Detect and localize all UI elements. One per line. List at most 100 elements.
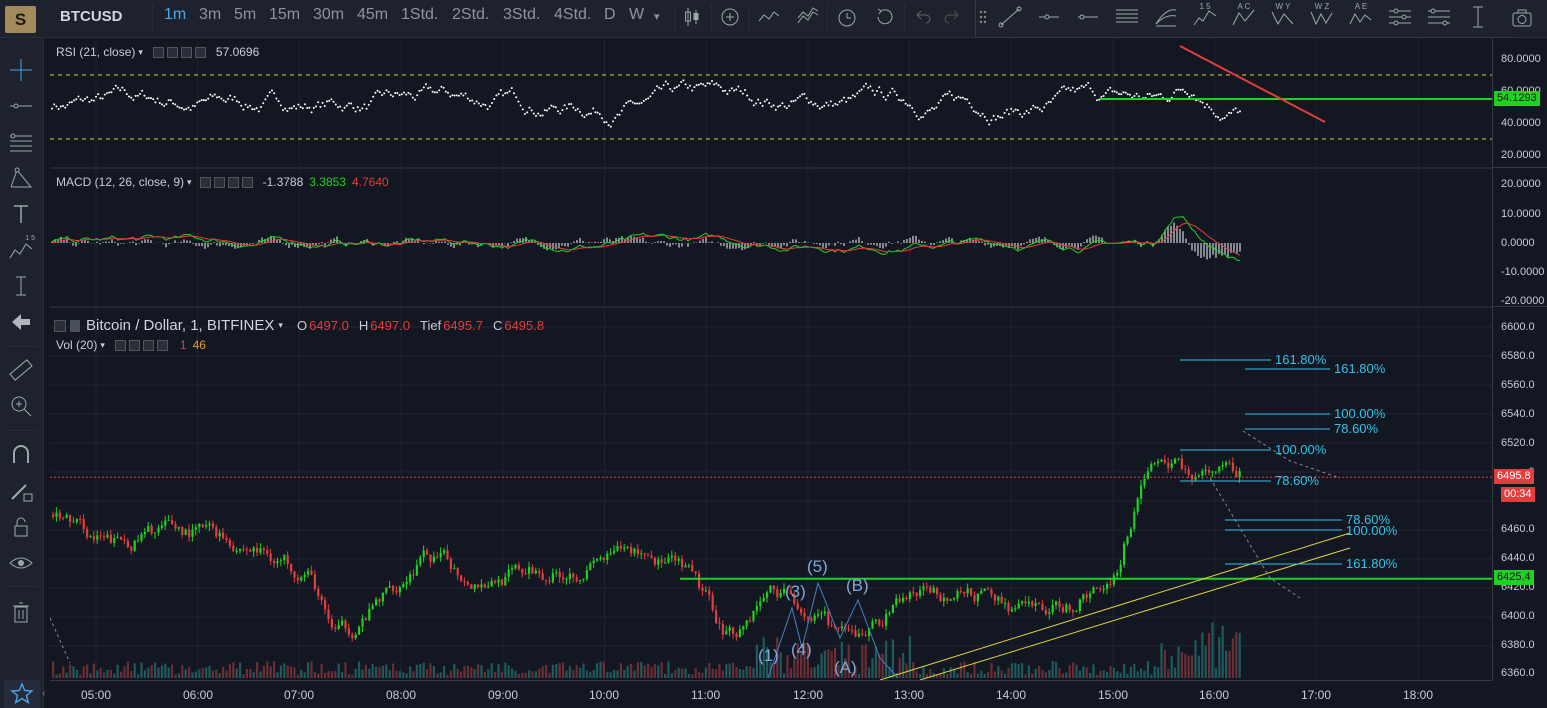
camera-icon[interactable] <box>1508 5 1536 31</box>
timeframe-45m[interactable]: 45m <box>357 6 388 26</box>
zoom-icon[interactable] <box>7 392 35 420</box>
rsi-point <box>1021 115 1024 118</box>
timeframe-1m[interactable]: 1m <box>164 6 186 26</box>
volume-menu-icon[interactable]: ▾ <box>100 340 105 351</box>
volume-remove-icon[interactable] <box>156 339 168 351</box>
time-axis[interactable]: 05:00 06:00 07:00 08:00 09:00 10:00 11:0… <box>50 680 1492 708</box>
ruler-icon[interactable] <box>7 356 35 384</box>
time-axis-label: 08:00 <box>386 688 417 702</box>
pencil-lock-icon[interactable] <box>7 477 35 505</box>
collapse-pane-icon[interactable] <box>54 319 66 332</box>
candle-body <box>395 590 398 593</box>
eye-icon[interactable] <box>7 549 35 577</box>
volume-hide-icon[interactable] <box>114 339 126 351</box>
line-tool-icon[interactable] <box>7 92 35 120</box>
volume-settings-icon[interactable] <box>128 339 140 351</box>
volume-bar <box>106 669 109 678</box>
macd-title[interactable]: MACD (12, 26, close, 9) <box>56 175 184 189</box>
candle-body <box>759 601 762 607</box>
volume-bar <box>1048 669 1051 678</box>
rsi-settings-icon[interactable] <box>166 46 178 58</box>
volume-title[interactable]: Vol (20) <box>56 338 97 352</box>
measure-icon[interactable] <box>7 272 35 300</box>
timeframe-3m[interactable]: 3m <box>199 6 221 26</box>
pattern-tool-icon[interactable] <box>7 164 35 192</box>
add-indicator-icon[interactable] <box>716 4 744 30</box>
candle-body <box>643 553 646 555</box>
timeframe-week[interactable]: W <box>629 6 644 26</box>
parallel-channel-icon[interactable] <box>1113 4 1141 30</box>
vertical-line-icon[interactable] <box>1464 4 1492 30</box>
volume-bar <box>1031 673 1034 678</box>
rsi-point <box>128 95 130 98</box>
fib-timezone-icon[interactable] <box>1425 4 1453 30</box>
fib-retracement-icon[interactable] <box>1152 4 1180 30</box>
rsi-point <box>1096 99 1098 102</box>
trend-line-icon[interactable] <box>996 4 1024 30</box>
timeframe-dropdown-icon[interactable]: ▾ <box>654 10 660 30</box>
logo[interactable]: S <box>5 6 36 33</box>
horizontal-ray-icon[interactable] <box>1035 4 1063 30</box>
main-menu-icon[interactable]: ▾ <box>278 320 283 331</box>
magnet-icon[interactable] <box>7 441 35 469</box>
replay-icon[interactable] <box>871 4 899 30</box>
back-arrow-icon[interactable] <box>7 308 35 336</box>
rsi-remove-icon[interactable] <box>194 46 206 58</box>
timeframe-2h[interactable]: 2Std. <box>452 6 489 26</box>
chart-area[interactable]: RSI (21, close) ▾ 57.0696 MACD (12, 26, … <box>50 38 1492 680</box>
rsi-point <box>832 104 834 107</box>
main-title[interactable]: Bitcoin / Dollar, 1, BITFINEX <box>86 317 274 334</box>
alert-icon[interactable] <box>833 4 861 30</box>
macd-settings-icon[interactable] <box>213 176 225 188</box>
trash-icon[interactable] <box>7 598 35 626</box>
rsi-point <box>649 95 652 98</box>
drag-handle-icon[interactable] <box>978 4 988 30</box>
rsi-point <box>165 103 168 106</box>
rsi-title[interactable]: RSI (21, close) <box>56 45 135 59</box>
macd-hide-icon[interactable] <box>199 176 211 188</box>
rsi-hide-icon[interactable] <box>152 46 164 58</box>
rsi-point <box>948 90 951 93</box>
undo-icon[interactable] <box>909 4 937 30</box>
fib-channel-icon[interactable] <box>1386 4 1414 30</box>
macd-menu-icon[interactable]: ▾ <box>187 177 192 188</box>
volume-bar <box>772 665 775 678</box>
timeframe-3h[interactable]: 3Std. <box>503 6 540 26</box>
text-tool-icon[interactable] <box>7 200 35 228</box>
fib-tool-icon[interactable] <box>7 128 35 156</box>
redo-icon[interactable] <box>938 4 966 30</box>
symbol-search[interactable]: BTCUSD <box>60 5 123 27</box>
rsi-menu-icon[interactable]: ▾ <box>138 47 143 58</box>
timeframe-day[interactable]: D <box>604 6 616 26</box>
collapse-toolbar-icon[interactable]: ‹ <box>42 688 50 706</box>
candle-body <box>330 619 333 628</box>
candle-body <box>953 598 956 600</box>
timeframe-4h[interactable]: 4Std. <box>554 6 591 26</box>
rsi-point <box>352 106 355 109</box>
macd-remove-icon[interactable] <box>241 176 253 188</box>
rsi-point <box>671 90 674 93</box>
candle-body <box>65 514 68 518</box>
compare-icon[interactable] <box>755 4 783 30</box>
candles-icon[interactable] <box>678 4 706 30</box>
timeframe-5m[interactable]: 5m <box>234 6 256 26</box>
crosshair-icon[interactable] <box>7 56 35 84</box>
timeframe-30m[interactable]: 30m <box>313 6 344 26</box>
price-axis[interactable]: 80.0000 60.0000 40.0000 20.0000 54.1293 … <box>1492 38 1547 680</box>
rsi-add-icon[interactable] <box>180 46 192 58</box>
volume-add-icon[interactable] <box>142 339 154 351</box>
volume-bar <box>684 668 687 678</box>
rsi-point <box>561 109 564 112</box>
candle-body <box>1085 594 1088 598</box>
rsi-point <box>64 106 67 109</box>
toolbar-divider <box>152 4 153 32</box>
rsi-point <box>251 108 254 111</box>
horizontal-line-icon[interactable] <box>1074 4 1102 30</box>
lock-icon[interactable] <box>7 513 35 541</box>
timeframe-1h[interactable]: 1Std. <box>401 6 438 26</box>
rsi-point <box>145 97 148 100</box>
favorites-button[interactable] <box>4 680 40 708</box>
macd-add-icon[interactable] <box>227 176 239 188</box>
indicators-icon[interactable] <box>794 4 822 30</box>
timeframe-15m[interactable]: 15m <box>269 6 300 26</box>
